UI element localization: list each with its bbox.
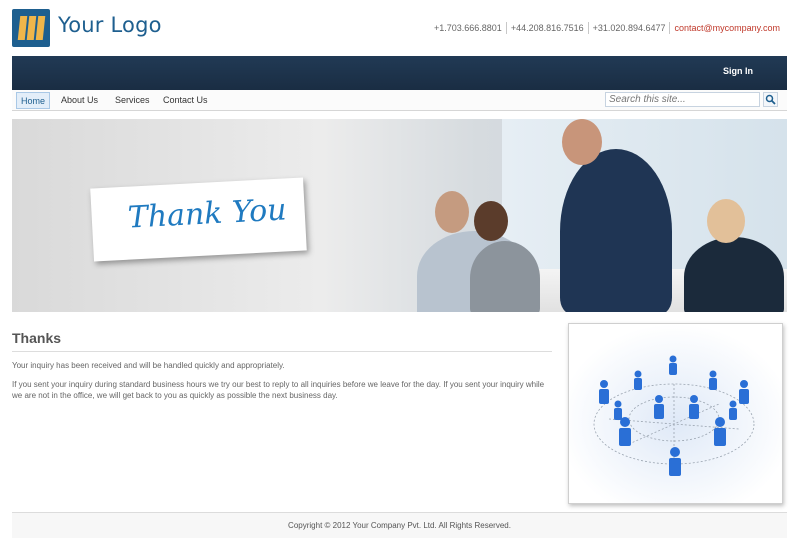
thank-you-card: Thank You	[90, 177, 307, 262]
phone-uk: +44.208.816.7516	[505, 22, 588, 34]
nav-item-services[interactable]: Services	[111, 92, 154, 109]
nav-item-about-us[interactable]: About Us	[57, 92, 102, 109]
phone-nl: +31.020.894.6477	[587, 22, 670, 34]
person-man-seated-head	[474, 201, 508, 241]
nav-item-home[interactable]: Home	[16, 92, 51, 109]
contact-info: +1.703.666.8801 +44.208.816.7516 +31.020…	[430, 22, 784, 34]
phone-us: +1.703.666.8801	[434, 23, 502, 33]
network-illustration	[569, 324, 782, 503]
email-link[interactable]: contact@mycompany.com	[669, 22, 784, 34]
person-woman-left-head	[435, 191, 469, 233]
confirmation-text: Your inquiry has been received and will …	[12, 361, 285, 370]
logo-text[interactable]: Your Logo	[58, 13, 162, 37]
network-image	[568, 323, 783, 504]
site-header: Your Logo +1.703.666.8801 +44.208.816.75…	[0, 0, 800, 56]
main-content: Thanks Your inquiry has been received an…	[12, 330, 552, 401]
main-nav: Home About Us Services Contact Us Search…	[12, 90, 787, 111]
search-input[interactable]: Search this site...	[605, 92, 760, 107]
person-woman-right	[684, 237, 784, 312]
sign-in-link[interactable]: Sign In	[723, 66, 753, 76]
page-title: Thanks	[12, 330, 552, 352]
copyright-text: Copyright © 2012 Your Company Pvt. Ltd. …	[288, 521, 511, 530]
top-bar: Sign In	[12, 56, 787, 90]
person-man-standing-head	[562, 119, 602, 165]
site-footer: Copyright © 2012 Your Company Pvt. Ltd. …	[12, 512, 787, 538]
person-woman-right-head	[707, 199, 745, 243]
person-man-seated	[470, 241, 540, 312]
hero-banner: Thank You	[12, 119, 787, 312]
response-time-text: If you sent your inquiry during standard…	[12, 380, 545, 400]
logo-icon[interactable]	[12, 9, 50, 47]
search-icon	[765, 94, 776, 105]
nav-item-contact-us[interactable]: Contact Us	[159, 92, 212, 109]
thank-you-text: Thank You	[126, 192, 288, 236]
search-button[interactable]	[763, 92, 778, 107]
person-man-standing	[560, 149, 672, 312]
